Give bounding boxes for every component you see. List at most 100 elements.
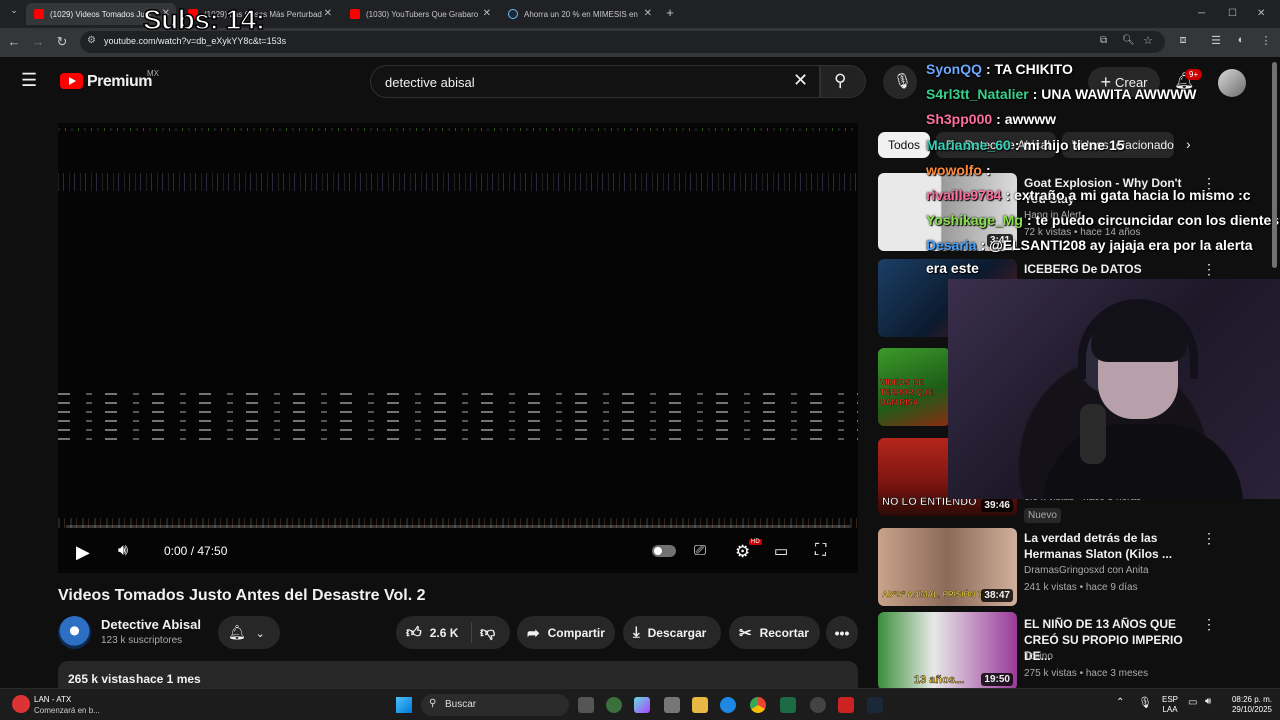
show-hidden-icons-icon[interactable]: ⌃	[1116, 697, 1124, 708]
channel-avatar[interactable]	[58, 616, 91, 649]
speaker-icon[interactable]: 🔊︎	[1205, 696, 1211, 707]
chrome-icon[interactable]	[750, 697, 766, 713]
copilot-icon[interactable]	[634, 697, 650, 713]
like-icon[interactable]: 👍︎	[406, 624, 422, 642]
duration-badge: 19:50	[981, 673, 1013, 686]
rec-title[interactable]: La verdad detrás de las Hermanas Slaton …	[1024, 530, 1194, 562]
maximize-icon[interactable]: ☐	[1228, 8, 1237, 19]
chevron-right-icon[interactable]: ›	[1186, 136, 1191, 152]
network-icon[interactable]: ▭	[1188, 697, 1197, 708]
bookmark-star-icon[interactable]: ☆	[1143, 34, 1153, 47]
video-thumbnail[interactable]: AB*S* ANIMAL, PRISIÓN Y ... 38:47	[878, 528, 1017, 606]
download-icon: ⤓	[633, 624, 640, 641]
extensions-icon[interactable]: ⧈	[1175, 34, 1191, 47]
system-clock[interactable]: 08:26 p. m. 29/10/2025	[1226, 695, 1272, 715]
settings-gear-icon[interactable]: ⚙	[735, 542, 750, 562]
like-count[interactable]: 2.6 K	[430, 626, 459, 640]
clip-button[interactable]: ✂ Recortar	[729, 616, 820, 649]
search-icon: ⚲	[834, 71, 847, 90]
task-view-icon[interactable]	[578, 697, 594, 713]
zoom-icon[interactable]: 🔍︎	[1122, 35, 1135, 46]
browser-menu-icon[interactable]: ⋮	[1258, 34, 1274, 47]
site-info-icon[interactable]: ⚙	[87, 35, 96, 46]
account-avatar[interactable]	[1218, 69, 1246, 97]
search-input[interactable]: detective abisal	[370, 65, 820, 98]
more-vert-icon[interactable]: ⋮	[1202, 530, 1216, 547]
webcam-overlay	[948, 279, 1280, 499]
obs-icon[interactable]	[810, 697, 826, 713]
dislike-icon[interactable]: 👎︎	[480, 624, 495, 642]
steam-icon[interactable]	[867, 697, 883, 713]
recommendation-item[interactable]: AB*S* ANIMAL, PRISIÓN Y ... 38:47 La ver…	[878, 528, 1268, 608]
autoplay-toggle[interactable]	[652, 545, 676, 557]
clock-date: 29/10/2025	[1231, 705, 1272, 714]
url-text: youtube.com/watch?v=db_eXykYY8c&t=153s	[104, 36, 287, 46]
channel-name[interactable]: Detective Abisal	[101, 617, 201, 632]
subtitles-icon[interactable]: ⎚	[694, 542, 706, 559]
install-app-icon[interactable]: ⧉	[1100, 35, 1107, 46]
app-icon[interactable]	[606, 697, 622, 713]
fullscreen-icon[interactable]: ⛶	[815, 542, 826, 560]
more-vert-icon[interactable]: ⋮	[1202, 616, 1216, 633]
chat-user-4: wowolfo	[926, 162, 982, 178]
close-tab-icon[interactable]: ✕	[324, 8, 332, 19]
more-actions-button[interactable]: •••	[826, 616, 858, 649]
progress-bar[interactable]	[66, 525, 850, 528]
tab-title: (1030) YouTubers Que Grabaro	[366, 9, 479, 19]
browser-tab-4[interactable]: Ahorra un 20 % en MIMESIS en ✕	[500, 3, 658, 25]
logo-region-label: MX	[147, 69, 159, 78]
windows-start-icon[interactable]	[396, 697, 412, 713]
streamer-body	[1043, 424, 1243, 499]
clip-label: Recortar	[759, 625, 809, 640]
profile-icon[interactable]: ◐	[1233, 34, 1249, 46]
youtube-logo-text[interactable]: Premium	[87, 73, 152, 91]
voice-search-button[interactable]: 🎙︎	[883, 65, 917, 99]
video-player[interactable]: ▶ 🔊︎ 0:00 / 47:50 ⎚ ⚙ HD ▭ ⛶	[58, 123, 858, 573]
divider	[471, 622, 472, 643]
new-tab-icon[interactable]: +	[662, 5, 678, 20]
recommendation-item[interactable]: 13 años... 19:50 EL NIÑO DE 13 AÑOS QUE …	[878, 612, 1268, 692]
taskbar-search[interactable]: ⚲ Buscar	[421, 694, 569, 716]
chat-text: :	[986, 162, 991, 178]
browser-tab-3[interactable]: (1030) YouTubers Que Grabaro ✕	[342, 3, 497, 25]
video-thumbnail[interactable]: VIDEOS DE TERROR QUE DAN RISA	[878, 348, 950, 426]
video-thumbnail[interactable]: 13 años... 19:50	[878, 612, 1017, 690]
back-icon[interactable]: ←	[6, 34, 22, 49]
minimize-icon[interactable]: ─	[1198, 8, 1205, 19]
language-indicator[interactable]: ESP LAA	[1162, 695, 1178, 715]
app-icon[interactable]	[838, 697, 854, 713]
edge-icon[interactable]	[720, 697, 736, 713]
theater-mode-icon[interactable]: ▭	[774, 542, 788, 560]
youtube-logo-icon[interactable]	[60, 73, 83, 89]
subscription-notifications-button[interactable]: 🔔︎ ⌄	[218, 616, 280, 649]
page-scrollbar[interactable]	[1272, 62, 1277, 268]
thumbnail-text: 13 años...	[914, 674, 965, 686]
close-tab-icon[interactable]: ✕	[483, 8, 491, 19]
reading-list-icon[interactable]: ☰	[1208, 34, 1224, 47]
quality-badge: HD	[749, 539, 762, 545]
reload-icon[interactable]: ↻	[54, 34, 70, 50]
chip-todos[interactable]: Todos	[878, 132, 931, 158]
share-button[interactable]: ➦ Compartir	[517, 616, 615, 649]
volume-icon[interactable]: 🔊︎	[118, 542, 128, 560]
forward-icon[interactable]: →	[30, 34, 46, 49]
close-tab-icon[interactable]: ✕	[644, 8, 652, 19]
static-noise	[58, 173, 858, 191]
subscriber-count: 123 k suscriptores	[101, 635, 183, 646]
microphone-tray-icon[interactable]: 🎙︎	[1138, 696, 1152, 709]
search-button[interactable]: ⚲	[820, 65, 866, 98]
hamburger-menu-icon[interactable]: ☰	[21, 70, 37, 91]
store-icon[interactable]	[664, 697, 680, 713]
network-label: LAN - ATX	[34, 695, 72, 704]
tab-list-icon[interactable]: ⌄	[6, 5, 22, 16]
download-button[interactable]: ⤓ Descargar	[623, 616, 721, 649]
close-window-icon[interactable]: ✕	[1257, 8, 1265, 19]
static-noise	[58, 393, 858, 443]
more-vert-icon[interactable]: ⋮	[1202, 261, 1216, 278]
play-icon[interactable]: ▶	[76, 542, 90, 563]
chat-text: : mi hijo tiene 15	[1014, 137, 1125, 153]
streaming-app-icon[interactable]	[12, 695, 30, 713]
file-explorer-icon[interactable]	[692, 697, 708, 713]
spreadsheet-icon[interactable]	[780, 697, 796, 713]
clear-search-icon[interactable]: ✕	[793, 70, 808, 91]
